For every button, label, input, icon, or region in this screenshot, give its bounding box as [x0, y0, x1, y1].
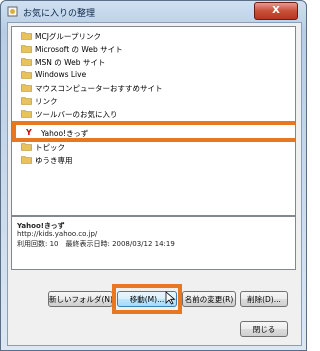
close-window-button[interactable]: X	[254, 2, 298, 20]
folder-label: MCJグループリンク	[35, 32, 101, 41]
selected-favorite-item[interactable]: Y Yahoo!きっず	[12, 121, 295, 142]
folder-icon	[21, 110, 32, 118]
folder-item[interactable]: MSN の Web サイト	[12, 55, 295, 69]
item-info-panel: Yahoo!きっず http://kids.yahoo.co.jp/ 利用回数:…	[11, 216, 296, 270]
folder-item[interactable]: Microsoft の Web サイト	[12, 42, 295, 56]
folder-label: Microsoft の Web サイト	[35, 45, 123, 54]
folder-item[interactable]: Windows Live	[12, 68, 295, 82]
mouse-pointer-icon	[165, 291, 176, 305]
organize-favorites-window: お気に入りの整理 X MCJグループリンク Microsoft の Web サイト…	[0, 0, 307, 351]
title-bar: お気に入りの整理 X	[1, 1, 306, 23]
folder-icon	[21, 97, 32, 105]
folder-item[interactable]: ゆうき専用	[12, 153, 295, 167]
favorites-app-icon	[7, 6, 18, 17]
folder-label: トピック	[35, 143, 65, 152]
folder-label: ツールバーのお気に入り	[35, 110, 118, 119]
folder-label: MSN の Web サイト	[35, 58, 106, 67]
folder-icon	[21, 45, 32, 53]
favorites-folder-list[interactable]: MCJグループリンク Microsoft の Web サイト MSN の Web サ…	[11, 26, 296, 216]
folder-icon	[21, 32, 32, 40]
folder-icon	[21, 143, 32, 151]
folder-label: ゆうき専用	[35, 156, 73, 165]
folder-item[interactable]: マウスコンピューターおすすめサイト	[12, 81, 295, 95]
info-url: http://kids.yahoo.co.jp/	[17, 230, 98, 238]
selected-item-label: Yahoo!きっず	[41, 129, 89, 138]
yahoo-icon: Y	[26, 128, 32, 137]
new-folder-button[interactable]: 新しいフォルダ(N)	[48, 291, 113, 307]
folder-item[interactable]: MCJグループリンク	[12, 29, 295, 43]
rename-button[interactable]: 名前の変更(R)	[182, 291, 236, 307]
delete-button[interactable]: 削除(D)...	[240, 291, 288, 307]
info-stats: 利用回数: 10 最終表示日時: 2008/03/12 14:19	[17, 240, 175, 248]
folder-label: マウスコンピューターおすすめサイト	[35, 84, 163, 93]
folder-item[interactable]: ツールバーのお気に入り	[12, 107, 295, 121]
folder-item[interactable]: トピック	[12, 140, 295, 154]
folder-icon	[21, 71, 32, 79]
folder-icon	[21, 156, 32, 164]
folder-item[interactable]: リンク	[12, 94, 295, 108]
folder-label: リンク	[35, 97, 58, 106]
folder-label: Windows Live	[35, 70, 87, 79]
folder-icon	[21, 58, 32, 66]
folder-icon	[21, 84, 32, 92]
dialog-client-area: MCJグループリンク Microsoft の Web サイト MSN の Web サ…	[7, 22, 302, 346]
close-button[interactable]: 閉じる	[240, 321, 288, 337]
window-title: お気に入りの整理	[23, 9, 96, 19]
